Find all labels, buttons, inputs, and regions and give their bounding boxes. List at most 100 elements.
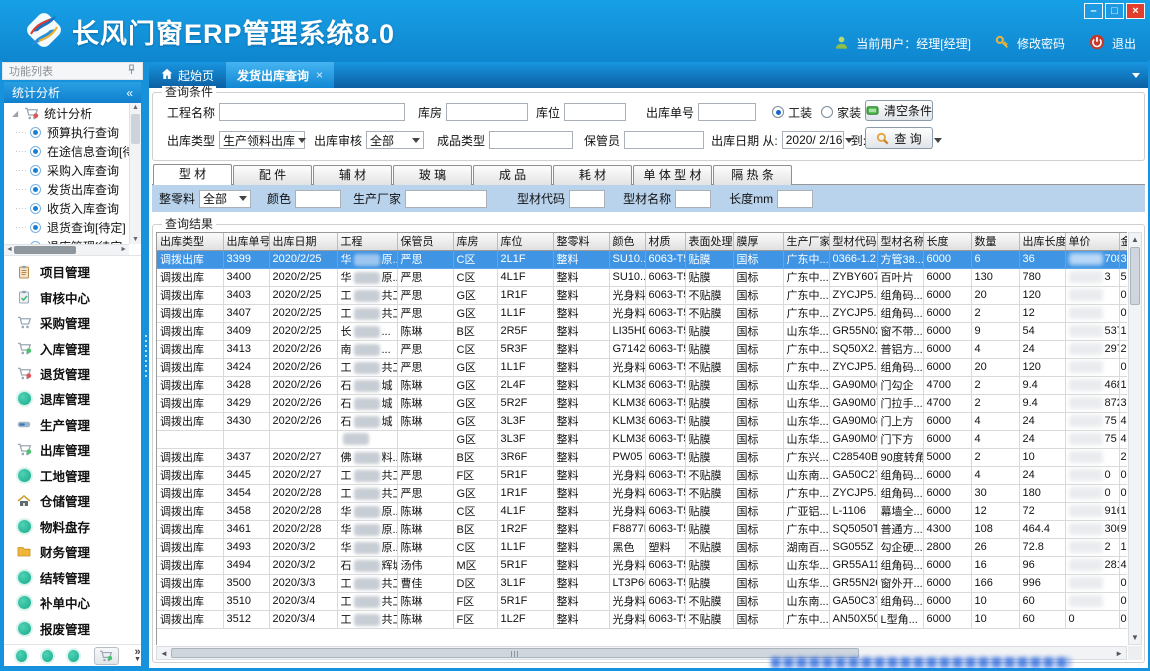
radio-industrial[interactable]: 工装 [772,104,812,121]
tab-close-icon[interactable]: × [316,68,323,82]
table-row[interactable]: 调拨出库33992020/2/25华原...严思C区2L1F整料SU10...6… [157,250,1127,268]
tree-root-statistics[interactable]: ◢统计分析 [4,103,129,123]
whole-piece-select[interactable]: 全部 [199,190,251,208]
sidebar-menu-item[interactable]: 项目管理 [4,260,141,284]
more-modules-button[interactable]: »▼ [134,649,141,663]
column-header[interactable]: 出库日期 [269,233,337,250]
column-header[interactable]: 库房 [453,233,497,250]
column-header[interactable]: 出库长度 [1019,233,1065,250]
column-header[interactable]: 单价 [1065,233,1119,250]
column-header[interactable]: 生产厂家 [783,233,829,250]
table-row[interactable]: 调拨出库35122020/3/4工共工程陈琳F区1L2F整料光身料6063-T5… [157,610,1127,628]
column-header[interactable]: 颜色 [609,233,645,250]
length-input[interactable] [777,190,813,208]
table-row[interactable]: 调拨出库34092020/2/25长...陈琳B区2R5F整料LI35HD606… [157,322,1127,340]
column-header[interactable]: 长度 [923,233,971,250]
tree-item[interactable]: 退库管理[待定 [4,237,129,244]
column-header[interactable]: 出库单号 [223,233,269,250]
sidebar-menu-item[interactable]: 结转管理 [4,565,141,589]
scroll-thumb[interactable] [171,648,859,658]
minimize-button[interactable]: – [1084,3,1103,19]
sidebar-menu-item[interactable]: 出库管理 [4,438,141,462]
search-button[interactable]: 查 询 [865,127,933,149]
color-input[interactable] [295,190,341,208]
sidebar-menu-item[interactable]: 财务管理 [4,540,141,564]
column-header[interactable]: 型材代码 [829,233,877,250]
column-header[interactable]: 数量 [971,233,1019,250]
column-header[interactable]: 整零料 [553,233,609,250]
logout-link[interactable]: 退出 [1112,35,1136,52]
grid-vertical-scrollbar[interactable]: ▲ ▼ [1128,232,1142,645]
material-tab[interactable]: 单 体 型 材 [633,165,712,185]
column-header[interactable]: 库位 [497,233,553,250]
table-row[interactable]: 调拨出库35102020/3/4工共工程陈琳F区5R1F整料光身料6063-T5… [157,592,1127,610]
tree-item[interactable]: 在途信息查询[待 [4,142,129,161]
location-input[interactable] [564,103,626,121]
collapse-icon[interactable]: « [126,86,133,100]
material-tab[interactable]: 辅 材 [313,165,392,185]
table-row[interactable]: 调拨出库34542020/2/28工共工程严思G区1R1F整料光身料6063-T… [157,484,1127,502]
table-row[interactable]: 调拨出库34612020/2/28华原...陈琳B区1R2F整料F8877FT6… [157,520,1127,538]
tree-item[interactable]: 退货查询[待定] [4,218,129,237]
table-row[interactable]: 调拨出库34302020/2/26石城陈琳G区3L3F整料KLM38176063… [157,412,1127,430]
tree-item[interactable]: 采购入库查询 [4,161,129,180]
sidebar-splitter[interactable] [143,62,149,668]
sidebar-menu-item[interactable]: 入库管理 [4,336,141,360]
sidebar-menu-item[interactable]: 物料盘存 [4,514,141,538]
scroll-left-icon[interactable]: ◄ [160,649,168,658]
table-row[interactable]: 调拨出库34452020/2/27工共工程严思F区5R1F整料光身料6063-T… [157,466,1127,484]
scroll-left-icon[interactable]: ◄ [6,246,13,253]
table-row[interactable]: 调拨出库34942020/3/2石辉城汤伟M区5R1F整料光身料6063-T5贴… [157,556,1127,574]
keeper-input[interactable] [624,131,704,149]
tree-horizontal-scrollbar[interactable]: ◄ ► [4,244,129,255]
scroll-up-icon[interactable]: ▲ [1129,235,1141,244]
sidebar-menu-item[interactable]: 仓储管理 [4,489,141,513]
scroll-thumb[interactable] [1130,247,1140,305]
sidebar-menu-item[interactable]: 工地管理 [4,463,141,487]
scroll-right-icon[interactable]: ► [120,246,127,253]
table-row[interactable]: 调拨出库34032020/2/25工共工程严思G区1R1F整料光身料6063-T… [157,286,1127,304]
tree-expander-icon[interactable]: ◢ [12,109,18,118]
table-row[interactable]: 调拨出库34372020/2/27佛料...陈琳B区3R6F整料PW056063… [157,448,1127,466]
material-tab[interactable]: 玻 璃 [393,165,472,185]
column-header[interactable]: 膜厚 [733,233,783,250]
project-name-input[interactable] [219,103,405,121]
material-tab[interactable]: 耗 材 [553,165,632,185]
sidebar-menu-item[interactable]: 采购管理 [4,311,141,335]
table-row[interactable]: 调拨出库34132020/2/26南...严思C区5R3F整料G71422606… [157,340,1127,358]
table-row[interactable]: 调拨出库34292020/2/26石城陈琳G区5R2F整料KLM38176063… [157,394,1127,412]
scroll-right-icon[interactable]: ► [1115,649,1123,658]
scroll-down-icon[interactable]: ▼ [1129,633,1141,642]
close-button[interactable]: × [1126,3,1145,19]
column-header[interactable]: 保管员 [397,233,453,250]
tree-item[interactable]: 发货出库查询 [4,180,129,199]
sidebar-menu-item[interactable]: 报废管理 [4,616,141,640]
module-dot-icon[interactable] [68,650,79,662]
clear-conditions-button[interactable]: 清空条件 [865,100,933,121]
cart-module-button[interactable] [94,647,120,665]
sidebar-menu-item[interactable]: 退货管理 [4,362,141,386]
outbound-type-select[interactable]: 生产领料出库 [219,131,305,149]
sidebar-menu-item[interactable]: 退库管理 [4,387,141,411]
product-type-input[interactable] [489,131,573,149]
table-row[interactable]: 调拨出库34582020/2/28华原...陈琳C区4L1F整料光身料6063-… [157,502,1127,520]
column-header[interactable]: 工程 [337,233,397,250]
radio-home-decor[interactable]: 家装 [821,104,861,121]
sidebar-menu-item[interactable]: 生产管理 [4,412,141,436]
audit-select[interactable]: 全部 [366,131,424,149]
column-header[interactable]: 型材名称 [877,233,923,250]
warehouse-input[interactable] [446,103,528,121]
scroll-thumb[interactable] [131,114,140,144]
sidebar-section-header[interactable]: 统计分析 « [4,82,141,103]
table-row[interactable]: G区3L3F整料KLM38176063-T5贴膜国标山东华...GA90M09.… [157,430,1127,448]
scroll-down-icon[interactable]: ▼ [130,236,141,243]
sidebar-menu-item[interactable]: 审核中心 [4,285,141,309]
maximize-button[interactable]: □ [1105,3,1124,19]
profile-code-input[interactable] [569,190,605,208]
column-header[interactable]: 材质 [645,233,685,250]
table-row[interactable]: 调拨出库34242020/2/26工共工程严思G区1L1F整料光身料6063-T… [157,358,1127,376]
manufacturer-input[interactable] [405,190,487,208]
scroll-thumb[interactable] [14,246,76,254]
tree-vertical-scrollbar[interactable]: ▲ ▼ [129,103,141,244]
order-no-input[interactable] [698,103,756,121]
